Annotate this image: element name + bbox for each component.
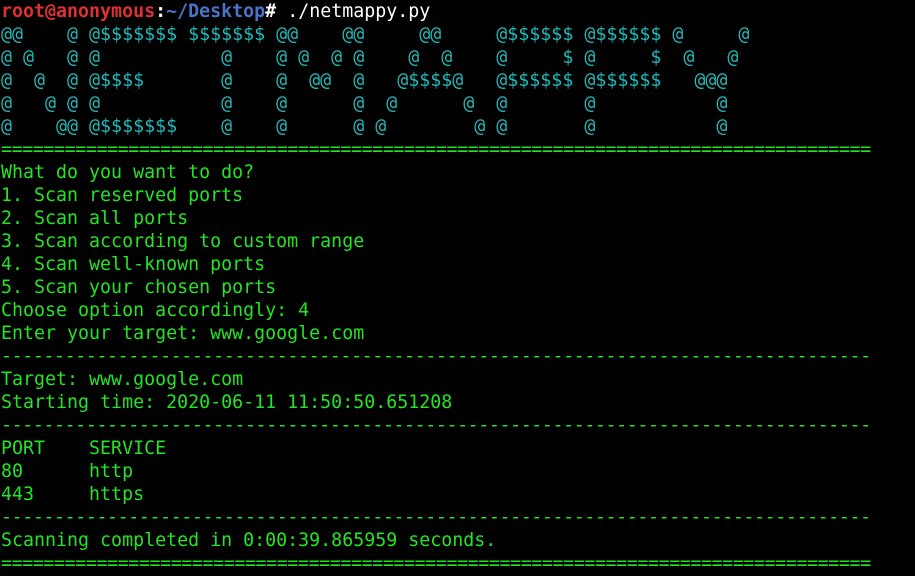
menu-option: 5. Scan your chosen ports [1,277,277,298]
results-header: PORT SERVICE [1,438,167,459]
target-input-line: Enter your target: www.google.com [1,323,365,344]
scan-start-time: Starting time: 2020-06-11 11:50:50.65120… [1,392,453,413]
scan-target: Target: www.google.com [1,369,244,390]
banner-line: @ @ @ @ @ @ @ @ @ @ @ @ [1,93,728,114]
menu-option: 1. Scan reserved ports [1,185,244,206]
prompt-separator: : [155,1,167,22]
double-divider: ========================================… [1,553,871,574]
menu-option: 2. Scan all ports [1,208,189,229]
single-divider: ----------------------------------------… [1,415,871,436]
prompt-user-host: root@anonymous [1,1,156,22]
menu-question: What do you want to do? [1,162,255,183]
prompt-command: ./netmappy.py [276,1,431,22]
terminal-window[interactable]: root@anonymous:~/Desktop# ./netmappy.py … [0,0,915,576]
single-divider: ----------------------------------------… [1,507,871,528]
banner-line: @ @ @ @$$$$ @ @ @@ @ @$$$$@ @$$$$$$ @$$$… [1,70,728,91]
choice-input-line: Choose option accordingly: 4 [1,300,310,321]
command-prompt-line: root@anonymous:~/Desktop# ./netmappy.py [1,0,915,23]
banner-line: @ @@ @$$$$$$$ @ @ @ @ @ @ @ @ [1,116,728,137]
results-row: 80 http [1,461,134,482]
scan-completed-message: Scanning completed in 0:00:39.865959 sec… [1,530,497,551]
single-divider: ----------------------------------------… [1,346,871,367]
banner-line: @@ @ @$$$$$$$ $$$$$$$ @@ @@ @@ @$$$$$$ @… [1,24,750,45]
menu-option: 4. Scan well-known ports [1,254,266,275]
prompt-symbol: # [265,1,277,22]
banner-line: @ @ @ @ @ @ @ @ @ @ @ @ $ @ $ @ @ [1,47,739,68]
results-row: 443 https [1,484,145,505]
double-divider: ========================================… [1,139,871,160]
menu-option: 3. Scan according to custom range [1,231,365,252]
prompt-path: ~/Desktop [166,1,266,22]
